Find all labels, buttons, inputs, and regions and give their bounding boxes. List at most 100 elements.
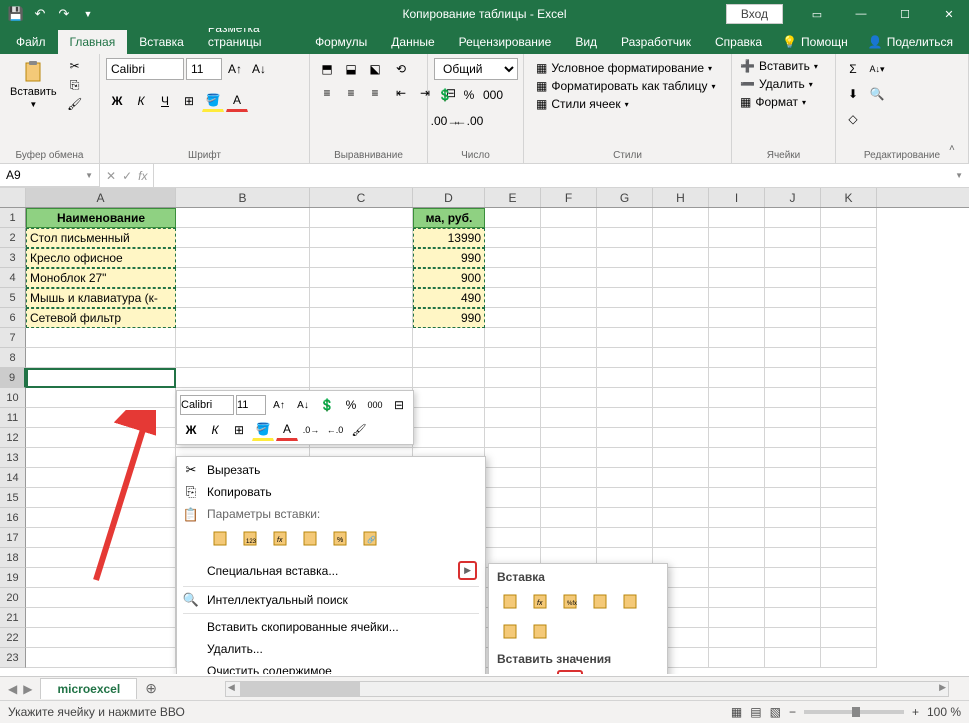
cell[interactable] <box>765 508 821 528</box>
cell[interactable] <box>821 388 877 408</box>
cell[interactable] <box>765 528 821 548</box>
row-header[interactable]: 5 <box>0 288 26 308</box>
row-header[interactable]: 12 <box>0 428 26 448</box>
select-all-corner[interactable] <box>0 188 26 207</box>
find-icon[interactable]: 🔍 <box>866 83 888 105</box>
delete-cells-button[interactable]: ➖Удалить▾ <box>738 76 829 92</box>
cell[interactable] <box>765 248 821 268</box>
cell[interactable] <box>541 508 597 528</box>
cell[interactable] <box>485 288 541 308</box>
cell[interactable] <box>709 588 765 608</box>
cell[interactable] <box>821 468 877 488</box>
ctx-insert-copied[interactable]: Вставить скопированные ячейки... <box>177 616 485 638</box>
cell[interactable] <box>653 368 709 388</box>
cell[interactable] <box>413 368 485 388</box>
cell[interactable] <box>26 608 176 628</box>
cell[interactable] <box>310 328 413 348</box>
paste-all-icon[interactable] <box>207 525 233 551</box>
cell[interactable] <box>653 308 709 328</box>
cell[interactable] <box>541 348 597 368</box>
cell[interactable] <box>709 308 765 328</box>
cell[interactable] <box>653 448 709 468</box>
mini-size-select[interactable] <box>236 395 266 415</box>
mini-font-select[interactable] <box>180 395 234 415</box>
horizontal-scrollbar[interactable]: ◀ ▶ <box>225 681 949 697</box>
ctx-delete[interactable]: Удалить... <box>177 638 485 660</box>
cell[interactable]: 490 <box>413 288 485 308</box>
row-header[interactable]: 18 <box>0 548 26 568</box>
enter-formula-icon[interactable]: ✓ <box>122 169 132 183</box>
increase-font-icon[interactable]: A↑ <box>224 58 246 80</box>
cell[interactable] <box>709 548 765 568</box>
cell[interactable] <box>653 528 709 548</box>
cell[interactable] <box>541 528 597 548</box>
cell[interactable] <box>821 248 877 268</box>
increase-decimal-icon[interactable]: .00→ <box>434 110 456 132</box>
sub-paste-colwidth-icon[interactable] <box>497 618 523 644</box>
ribbon-options-icon[interactable]: ▭ <box>797 0 837 28</box>
copy-icon[interactable]: ⎘ <box>65 77 85 93</box>
cell[interactable] <box>541 408 597 428</box>
sub-values-src-format-icon[interactable]: 123 <box>557 670 583 674</box>
mini-borders-icon[interactable]: ⊞ <box>228 419 250 441</box>
ctx-paste-special[interactable]: Специальная вставка...▶ <box>177 557 485 584</box>
clear-icon[interactable]: ◇ <box>842 108 864 130</box>
cell[interactable] <box>176 248 310 268</box>
cell[interactable] <box>653 228 709 248</box>
sub-paste-formulas-num-icon[interactable]: %fx <box>557 588 583 614</box>
align-top-icon[interactable]: ⬒ <box>316 58 338 80</box>
cell[interactable] <box>709 228 765 248</box>
cell[interactable] <box>653 388 709 408</box>
cell[interactable] <box>597 428 653 448</box>
cell[interactable] <box>541 248 597 268</box>
cell[interactable] <box>765 648 821 668</box>
cell[interactable] <box>597 528 653 548</box>
expand-formula-icon[interactable]: ▼ <box>949 171 969 180</box>
mini-merge-icon[interactable]: ⊟ <box>388 394 410 416</box>
view-normal-icon[interactable]: ▦ <box>731 705 742 719</box>
cancel-formula-icon[interactable]: ✕ <box>106 169 116 183</box>
row-header[interactable]: 9 <box>0 368 26 388</box>
cell[interactable]: 990 <box>413 308 485 328</box>
zoom-slider[interactable] <box>804 710 904 714</box>
cell[interactable] <box>653 208 709 228</box>
paste-button[interactable]: Вставить ▼ <box>6 58 61 111</box>
tab-file[interactable]: Файл <box>4 30 58 54</box>
cell[interactable] <box>26 408 176 428</box>
cell[interactable] <box>541 448 597 468</box>
cell[interactable] <box>709 408 765 428</box>
cell[interactable] <box>653 328 709 348</box>
name-box[interactable]: A9▼ <box>0 164 100 187</box>
cell[interactable] <box>597 488 653 508</box>
row-header[interactable]: 6 <box>0 308 26 328</box>
zoom-level[interactable]: 100 % <box>927 705 961 719</box>
cell[interactable] <box>597 468 653 488</box>
row-header[interactable]: 11 <box>0 408 26 428</box>
cell[interactable] <box>485 348 541 368</box>
cell[interactable] <box>765 208 821 228</box>
cell[interactable] <box>653 428 709 448</box>
cell[interactable] <box>821 368 877 388</box>
cell[interactable] <box>653 348 709 368</box>
align-bottom-icon[interactable]: ⬕ <box>364 58 386 80</box>
cell[interactable] <box>765 328 821 348</box>
row-header[interactable]: 13 <box>0 448 26 468</box>
cell[interactable] <box>26 508 176 528</box>
cell[interactable] <box>821 208 877 228</box>
row-header[interactable]: 19 <box>0 568 26 588</box>
cell[interactable] <box>26 448 176 468</box>
cell[interactable] <box>653 408 709 428</box>
cell[interactable] <box>485 388 541 408</box>
cell[interactable] <box>709 268 765 288</box>
share-button[interactable]: 👤Поделиться <box>860 30 961 54</box>
cell[interactable]: Стол письменный <box>26 228 176 248</box>
cell[interactable] <box>26 628 176 648</box>
cell[interactable] <box>413 348 485 368</box>
insert-cells-button[interactable]: ➕Вставить▾ <box>738 58 829 74</box>
cell[interactable] <box>310 368 413 388</box>
cell[interactable] <box>176 228 310 248</box>
row-header[interactable]: 22 <box>0 628 26 648</box>
cell[interactable] <box>541 228 597 248</box>
ctx-clear[interactable]: Очистить содержимое <box>177 660 485 674</box>
cell[interactable] <box>765 428 821 448</box>
